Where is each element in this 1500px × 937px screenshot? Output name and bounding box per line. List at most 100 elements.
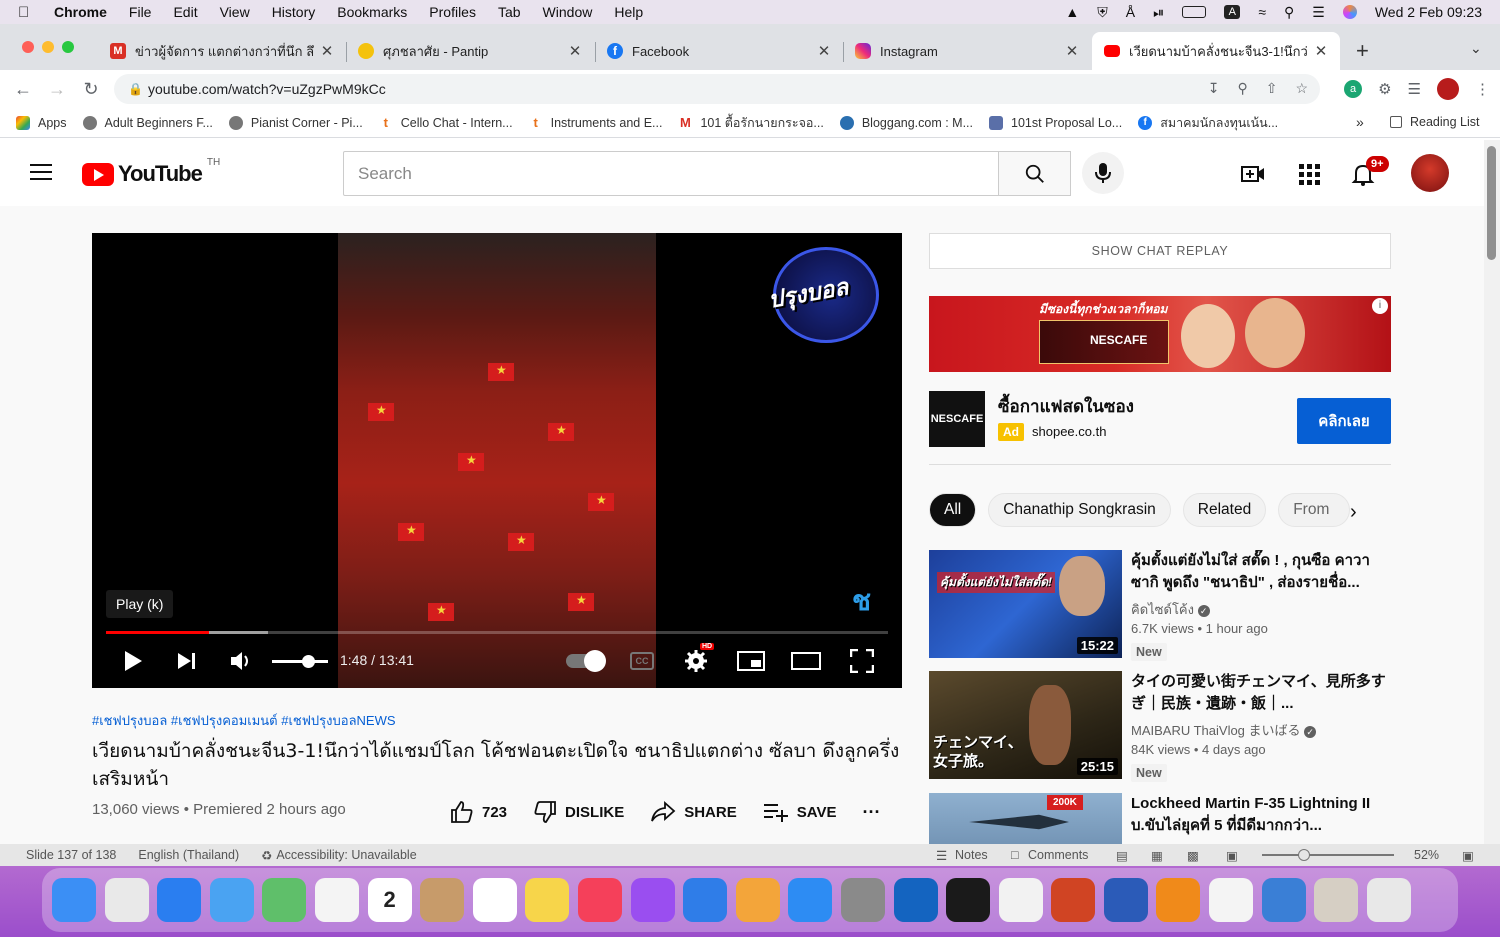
spotlight-icon[interactable]: ⚲ (1284, 4, 1294, 21)
extensions-puzzle-icon[interactable]: ⚙ (1378, 80, 1391, 98)
forward-icon[interactable]: → (40, 79, 74, 100)
ad-row[interactable]: NESCAFE ซื้อกาแฟสดในซอง Ad shopee.co.th … (929, 391, 1391, 447)
search-button[interactable] (998, 151, 1071, 196)
input-source-icon[interactable]: A (1224, 5, 1241, 19)
window-close-button[interactable] (22, 41, 34, 53)
profile-avatar-icon[interactable] (1437, 78, 1459, 100)
tab-close-icon[interactable]: ✕ (817, 42, 831, 60)
app-store-icon[interactable] (788, 878, 833, 922)
menu-help[interactable]: Help (614, 4, 643, 20)
share-page-icon[interactable]: ⇧ (1266, 80, 1278, 97)
menu-profiles[interactable]: Profiles (429, 4, 476, 20)
status-shield-icon[interactable]: ⛨ (1097, 4, 1108, 21)
chip-chanathip[interactable]: Chanathip Songkrasin (988, 493, 1171, 527)
outlook-icon[interactable] (893, 878, 938, 922)
notes-button[interactable]: Notes (955, 848, 988, 862)
accessibility-status[interactable]: Accessibility: Unavailable (276, 848, 416, 862)
powerpoint-icon[interactable] (1051, 878, 1096, 922)
mute-button[interactable] (226, 643, 256, 679)
apps-grid-icon[interactable] (1297, 162, 1321, 186)
browser-tab[interactable]: M ข่าวผู้จัดการ แตกต่างกว่าที่นึก ลึกกว่… (98, 32, 346, 70)
tab-close-icon[interactable]: ✕ (320, 42, 334, 60)
calendar-icon[interactable]: 2 (367, 878, 412, 922)
bluetooth-icon[interactable]: Å (1126, 4, 1135, 20)
channel-watermark-logo[interactable]: ปรุงบอล (766, 247, 879, 343)
video-player[interactable]: ปรุงบอล ช Play (k) 1:48 / 13:41 (92, 233, 902, 688)
fit-slide-icon[interactable]: ▣ (1462, 848, 1474, 863)
lock-icon[interactable]: 🔒 (128, 82, 148, 96)
ad-info-icon[interactable]: i (1372, 298, 1388, 314)
slideshow-icon[interactable]: ▣ (1226, 848, 1238, 863)
zoom-knob[interactable] (1298, 849, 1310, 861)
wifi-icon[interactable]: ≈ (1258, 4, 1266, 20)
finder-icon[interactable] (52, 878, 96, 922)
bookmark-apps[interactable]: Apps (16, 115, 67, 130)
youtube-logo[interactable]: YouTube TH (82, 157, 220, 187)
quicktime-icon[interactable] (1261, 878, 1306, 922)
notes-icon[interactable] (525, 878, 570, 922)
bookmark-item[interactable]: t Cello Chat - Intern... (379, 115, 513, 130)
menu-file[interactable]: File (129, 4, 152, 20)
podcasts-icon[interactable] (630, 878, 675, 922)
voice-search-button[interactable] (1082, 152, 1124, 194)
contacts-icon[interactable] (420, 878, 465, 922)
progress-bar[interactable] (106, 631, 888, 634)
photos-icon[interactable] (314, 878, 359, 922)
vlc-icon[interactable] (1156, 878, 1201, 922)
language-status[interactable]: English (Thailand) (138, 848, 239, 862)
tab-close-icon[interactable]: ✕ (568, 42, 582, 60)
menu-history[interactable]: History (272, 4, 316, 20)
more-actions-button[interactable]: ··· (862, 802, 880, 823)
play-status-icon[interactable]: ⏯ (1153, 4, 1164, 21)
video-thumbnail[interactable]: คุ้มตั้งแต่ยังไม่ใส่สตั๊ด! 15:22 (929, 550, 1122, 658)
scrollbar-thumb[interactable] (1487, 146, 1496, 260)
window-zoom-button[interactable] (62, 41, 74, 53)
like-button[interactable]: 723 (450, 800, 507, 824)
miniplayer-button[interactable] (736, 643, 766, 679)
menu-tab[interactable]: Tab (498, 4, 521, 20)
account-avatar[interactable] (1411, 154, 1449, 192)
menu-edit[interactable]: Edit (173, 4, 197, 20)
page-scrollbar[interactable] (1484, 140, 1500, 844)
install-app-icon[interactable]: ↧ (1208, 80, 1220, 97)
control-center-icon[interactable]: ☰ (1312, 4, 1325, 21)
volume-knob[interactable] (302, 654, 315, 668)
fullscreen-button[interactable] (848, 643, 876, 679)
show-chat-replay-button[interactable]: SHOW CHAT REPLAY (929, 233, 1391, 269)
browser-tab[interactable]: ศุภชลาศัย - Pantip ✕ (346, 32, 594, 70)
bookmark-star-icon[interactable]: ☆ (1295, 80, 1308, 97)
extension-a-icon[interactable]: a (1344, 80, 1363, 98)
maps-icon[interactable] (262, 878, 307, 922)
hamburger-menu-icon[interactable] (30, 164, 52, 180)
zoom-percent[interactable]: 52% (1414, 848, 1439, 862)
bookmark-item[interactable]: 101st Proposal Lo... (989, 115, 1122, 130)
back-icon[interactable]: ← (6, 79, 40, 100)
zoom-icon[interactable]: ⚲ (1237, 80, 1247, 97)
video-hashtags[interactable]: #เชฟปรุงบอล #เชฟปรุงคอมเมนต์ #เชฟปรุงบอล… (92, 710, 902, 731)
theater-mode-button[interactable] (790, 643, 822, 679)
textedit-icon[interactable] (1209, 878, 1254, 922)
comments-button[interactable]: Comments (1028, 848, 1088, 862)
launchpad-icon[interactable] (104, 878, 149, 922)
share-button[interactable]: SHARE (650, 800, 737, 824)
window-minimize-button[interactable] (42, 41, 54, 53)
preview-icon[interactable] (1314, 878, 1359, 922)
bookmark-item[interactable]: f สมาคมนักลงทุนเน้น... (1138, 113, 1278, 133)
menu-view[interactable]: View (220, 4, 250, 20)
bookmark-item[interactable]: t Instruments and E... (529, 115, 662, 130)
recommended-channel[interactable]: คิดไซด์โค้ง ✓ (1131, 599, 1210, 620)
chrome-icon[interactable] (998, 878, 1043, 922)
browser-tab[interactable]: f Facebook ✕ (595, 32, 843, 70)
create-video-icon[interactable] (1241, 162, 1265, 186)
next-button[interactable] (172, 643, 202, 679)
address-bar[interactable]: 🔒 youtube.com/watch?v=uZgzPwM9kCc ↧ ⚲ ⇧ … (114, 74, 1320, 104)
chrome-menu-icon[interactable]: ⋮ (1475, 80, 1490, 98)
settings-button[interactable]: HD (682, 643, 715, 679)
ad-cta-button[interactable]: คลิกเลย (1297, 398, 1391, 444)
zoom-slider[interactable] (1262, 849, 1394, 861)
siri-icon[interactable] (1342, 5, 1357, 19)
bookmark-item[interactable]: M 101 ตื้อรักนายกระจอ... (678, 113, 824, 133)
volume-slider[interactable] (270, 643, 330, 679)
reload-icon[interactable]: ↻ (74, 79, 108, 100)
bookmark-item[interactable]: Adult Beginners F... (82, 115, 213, 130)
